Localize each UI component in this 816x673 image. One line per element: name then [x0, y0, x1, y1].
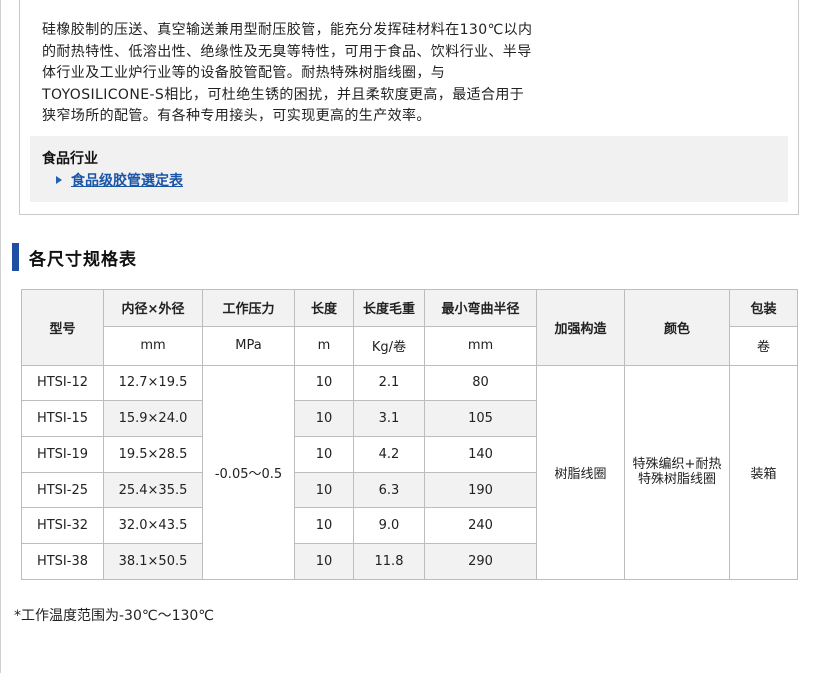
section-title: 各尺寸规格表: [29, 249, 137, 270]
cell-length: 10: [294, 543, 354, 580]
cell-bend-radius: 140: [424, 436, 537, 473]
cell-weight: 2.1: [353, 364, 425, 402]
unit-diameter: mm: [103, 325, 203, 366]
left-border-rule: [0, 0, 1, 673]
cell-length: 10: [294, 400, 354, 438]
unit-length: m: [294, 325, 354, 366]
header-bend-radius: 最小弯曲半径: [424, 289, 537, 327]
cell-diameter: 25.4×35.5: [103, 471, 203, 509]
product-description: 硅橡胶制的压送、真空输送兼用型耐压胶管，能充分发挥硅材料在130℃以内 的耐热特…: [42, 20, 602, 128]
industry-panel: 食品行业 食品级胶管選定表: [30, 136, 788, 202]
color-line: 特殊树脂线圈: [637, 472, 716, 488]
header-package: 包装: [729, 289, 798, 327]
header-weight: 长度毛重: [353, 289, 425, 327]
industry-link-row[interactable]: 食品级胶管選定表: [56, 170, 183, 190]
cell-weight: 3.1: [353, 400, 425, 438]
temperature-footnote: *工作温度范围为-30℃～130℃: [14, 608, 215, 624]
cell-bend-radius: 190: [424, 471, 537, 509]
description-line: 狭窄场所的配管。有各种专用接头，可实现更高的生产效率。: [42, 108, 431, 124]
section-heading: 各尺寸规格表: [12, 243, 137, 271]
description-line: 的耐热特性、低溶出性、绝缘性及无臭等特性，可用于食品、饮料行业、半导: [42, 43, 532, 60]
cell-model: HTSI-15: [21, 400, 104, 438]
table-row: HTSI-12 12.7×19.5 -0.05～0.5 10 2.1 80 树脂…: [21, 364, 798, 581]
cell-diameter: 12.7×19.5: [103, 364, 203, 402]
industry-title: 食品行业: [42, 151, 98, 167]
cell-length: 10: [294, 364, 354, 402]
description-line: 体行业及工业炉行业等的设备胶管配管。耐热特殊树脂线圈，与: [42, 65, 446, 81]
unit-bend-radius: mm: [424, 325, 537, 366]
cell-model: HTSI-19: [21, 436, 104, 473]
cell-weight: 6.3: [353, 471, 425, 509]
cell-diameter: 38.1×50.5: [103, 543, 203, 580]
header-pressure: 工作压力: [202, 289, 295, 327]
cell-weight: 9.0: [353, 507, 425, 545]
food-grade-hose-selection-link[interactable]: 食品级胶管選定表: [71, 170, 183, 190]
cell-diameter: 15.9×24.0: [103, 400, 203, 438]
cell-bend-radius: 290: [424, 543, 537, 580]
cell-bend-radius: 240: [424, 507, 537, 545]
unit-weight: Kg/卷: [353, 325, 425, 366]
spec-table: 型号 内径×外径 工作压力 长度 长度毛重 最小弯曲半径 加强构造 颜色 包装 …: [21, 289, 798, 581]
cell-model: HTSI-25: [21, 471, 104, 509]
cell-diameter: 19.5×28.5: [103, 436, 203, 473]
color-line: 特殊编织+耐热: [632, 457, 722, 473]
cell-length: 10: [294, 471, 354, 509]
triangle-right-icon: [56, 176, 62, 184]
unit-pressure: MPa: [202, 325, 295, 366]
unit-package: 卷: [729, 325, 798, 366]
cell-bend-radius: 105: [424, 400, 537, 438]
header-reinforcement: 加强构造: [536, 289, 625, 366]
cell-model: HTSI-32: [21, 507, 104, 545]
section-accent-bar: [12, 243, 19, 271]
cell-bend-radius: 80: [424, 364, 537, 402]
cell-pressure: -0.05～0.5: [202, 364, 295, 581]
header-model: 型号: [21, 289, 104, 366]
cell-reinforcement: 树脂线圈: [536, 364, 625, 581]
header-length: 长度: [294, 289, 354, 327]
description-line: 硅橡胶制的压送、真空输送兼用型耐压胶管，能充分发挥硅材料在130℃以内: [42, 22, 533, 38]
cell-weight: 4.2: [353, 436, 425, 473]
cell-color: 特殊编织+耐热 特殊树脂线圈: [624, 364, 730, 581]
product-description-box: 硅橡胶制的压送、真空输送兼用型耐压胶管，能充分发挥硅材料在130℃以内 的耐热特…: [19, 0, 799, 215]
cell-length: 10: [294, 436, 354, 473]
header-color: 颜色: [624, 289, 730, 366]
cell-length: 10: [294, 507, 354, 545]
cell-model: HTSI-12: [21, 364, 104, 402]
cell-weight: 11.8: [353, 543, 425, 580]
cell-model: HTSI-38: [21, 543, 104, 580]
cell-diameter: 32.0×43.5: [103, 507, 203, 545]
cell-package: 装箱: [729, 364, 798, 581]
description-line: TOYOSILICONE-S相比，可杜绝生锈的困扰，并且柔软度更高，最适合用于: [42, 86, 525, 103]
header-diameter: 内径×外径: [103, 289, 203, 327]
